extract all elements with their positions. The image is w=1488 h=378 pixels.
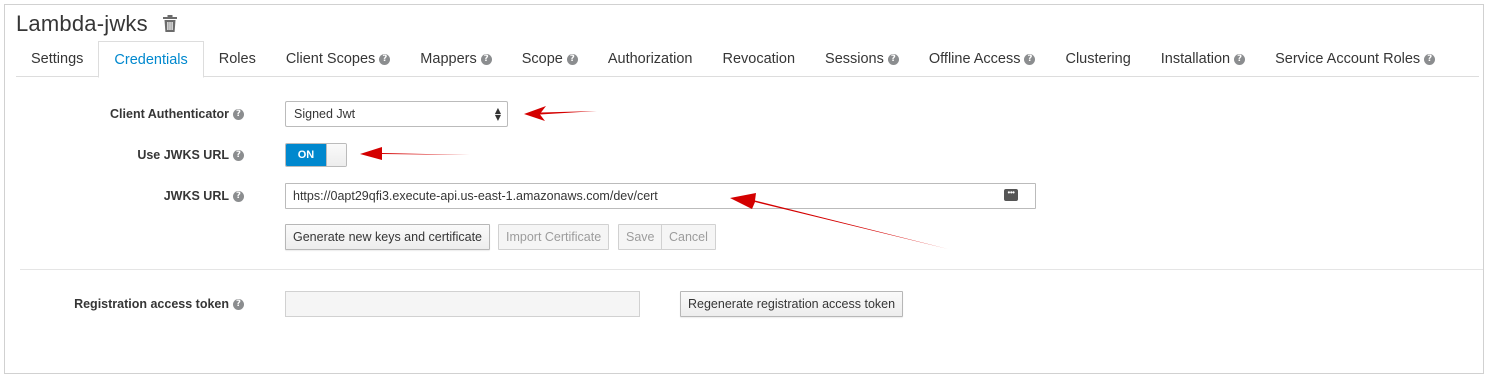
tab-label: Authorization	[607, 51, 693, 67]
jwks-url-label: JWKS URL?	[164, 189, 244, 203]
select-arrows-icon: ▲ ▼	[494, 106, 501, 122]
tab-label: Revocation	[722, 51, 796, 67]
tab-label: Mappers	[420, 51, 477, 67]
tab-label: Sessions	[825, 51, 884, 67]
tab-scope[interactable]: Scope?	[507, 41, 593, 77]
client-authenticator-select[interactable]: Signed Jwt ▲ ▼	[285, 101, 508, 127]
jwks-url-input[interactable]: https://0apt29qfi3.execute-api.us-east-1…	[285, 183, 1036, 209]
tab-clustering[interactable]: Clustering	[1050, 41, 1145, 77]
help-icon: ?	[887, 53, 899, 65]
tab-bar: Settings Credentials Roles Client Scopes? Ma…	[16, 41, 1479, 78]
tab-roles[interactable]: Roles	[204, 41, 271, 77]
cancel-button[interactable]: Cancel	[661, 224, 716, 250]
trash-icon[interactable]	[162, 15, 178, 33]
tab-revocation[interactable]: Revocation	[707, 41, 810, 77]
help-icon[interactable]: ?	[233, 299, 244, 311]
page-title: Lambda-jwks	[16, 11, 148, 36]
generate-keys-button[interactable]: Generate new keys and certificate	[285, 224, 490, 250]
toggle-knob	[326, 144, 346, 166]
help-icon[interactable]: ?	[233, 109, 244, 121]
tab-authorization[interactable]: Authorization	[593, 41, 708, 77]
tab-label: Client Scopes	[285, 51, 376, 67]
help-icon: ?	[1024, 53, 1036, 65]
tab-label: Service Account Roles	[1275, 51, 1421, 67]
tab-mappers[interactable]: Mappers?	[405, 41, 506, 77]
tab-label: Offline Access	[928, 51, 1021, 67]
tab-service-account-roles[interactable]: Service Account Roles?	[1260, 41, 1450, 77]
tab-offline-access[interactable]: Offline Access?	[914, 41, 1051, 77]
tab-credentials[interactable]: Credentials	[98, 41, 204, 78]
help-icon: ?	[379, 53, 391, 65]
import-certificate-button[interactable]: Import Certificate	[498, 224, 610, 250]
use-jwks-url-label: Use JWKS URL?	[137, 148, 244, 162]
registration-token-label: Registration access token?	[74, 297, 244, 311]
tab-client-scopes[interactable]: Client Scopes?	[271, 41, 405, 77]
tab-label: Settings	[31, 51, 84, 67]
page-header: Lambda-jwks	[16, 8, 178, 40]
help-icon[interactable]: ?	[233, 191, 244, 203]
regenerate-token-button[interactable]: Regenerate registration access token	[680, 291, 904, 317]
help-icon: ?	[566, 53, 578, 65]
tab-label: Credentials	[114, 51, 188, 68]
help-icon: ?	[1424, 53, 1436, 65]
tab-label: Clustering	[1065, 51, 1131, 67]
tab-sessions[interactable]: Sessions?	[810, 41, 914, 77]
tab-settings[interactable]: Settings	[16, 41, 98, 77]
help-icon[interactable]: ?	[233, 150, 244, 162]
client-authenticator-label: Client Authenticator?	[110, 107, 244, 121]
tab-label: Installation	[1160, 51, 1231, 67]
help-icon: ?	[1234, 53, 1246, 65]
registration-token-input	[285, 291, 640, 317]
help-icon: ?	[480, 53, 492, 65]
use-jwks-url-toggle[interactable]: ON	[285, 143, 347, 167]
tab-label: Roles	[218, 51, 256, 67]
toggle-on-label: ON	[286, 144, 326, 166]
section-divider	[20, 269, 1483, 270]
tab-installation[interactable]: Installation?	[1146, 41, 1260, 77]
save-button[interactable]: Save	[618, 224, 663, 250]
tab-label: Scope	[521, 51, 563, 67]
ellipsis-icon[interactable]: •••	[1004, 189, 1018, 201]
